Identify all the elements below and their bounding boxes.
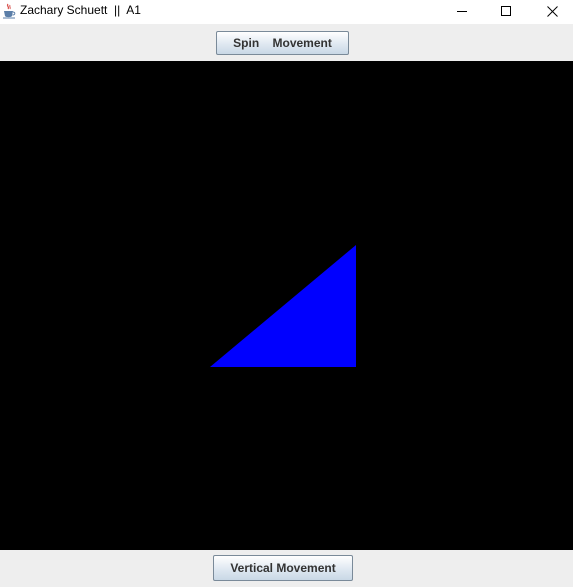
window-title: Zachary Schuett || A1 (20, 3, 141, 17)
bottom-button-panel: Vertical Movement (0, 550, 573, 587)
blue-triangle (210, 245, 356, 367)
spin-movement-button[interactable]: Spin Movement (216, 31, 349, 55)
maximize-icon (501, 6, 511, 16)
java-cup-icon[interactable] (2, 3, 16, 19)
drawing-canvas[interactable] (0, 61, 573, 550)
vertical-movement-button[interactable]: Vertical Movement (213, 555, 353, 581)
close-icon (546, 5, 558, 17)
top-button-panel: Spin Movement (0, 24, 573, 61)
minimize-button[interactable] (439, 0, 485, 22)
maximize-button[interactable] (483, 0, 529, 22)
minimize-icon (457, 11, 467, 12)
close-button[interactable] (529, 0, 573, 22)
title-bar: Zachary Schuett || A1 (0, 0, 573, 24)
canvas-svg (210, 245, 356, 367)
